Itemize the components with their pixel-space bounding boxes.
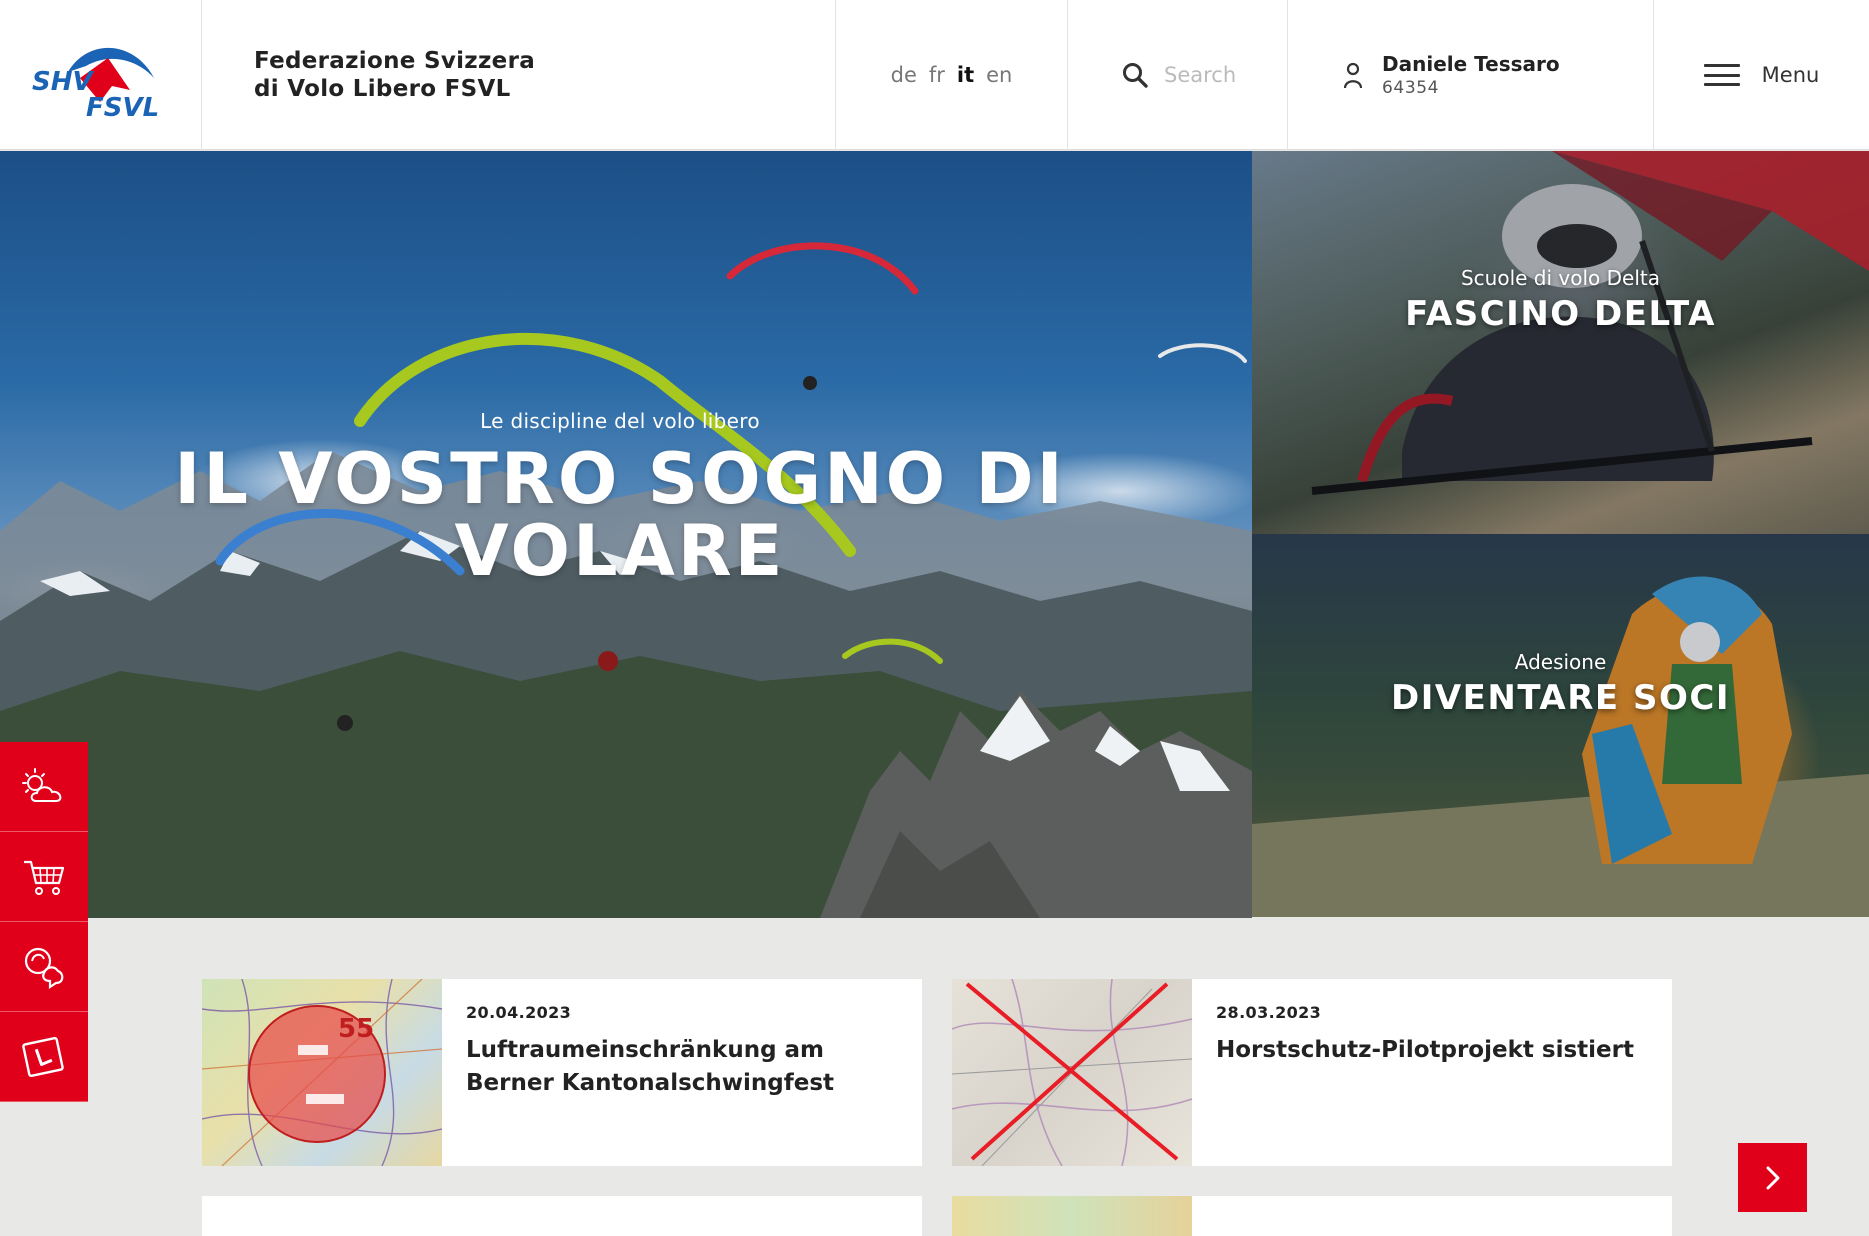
news-card-partial[interactable] bbox=[952, 1196, 1672, 1236]
svg-text:55: 55 bbox=[338, 1014, 374, 1044]
tile-text: Scuole di volo Delta FASCINO DELTA bbox=[1252, 266, 1869, 334]
lang-fr[interactable]: fr bbox=[929, 63, 945, 87]
news-thumbnail: 55 bbox=[202, 979, 442, 1166]
menu-label: Menu bbox=[1761, 63, 1820, 87]
news-card-partial[interactable] bbox=[202, 1196, 922, 1236]
learner-license-icon bbox=[22, 1036, 64, 1077]
tile-fascino-delta[interactable]: Scuole di volo Delta FASCINO DELTA bbox=[1252, 151, 1869, 534]
user-icon bbox=[1343, 62, 1363, 89]
language-switcher: de fr it en bbox=[836, 0, 1068, 150]
news-date: 28.03.2023 bbox=[1216, 1003, 1322, 1022]
hero-title: IL VOSTRO SOGNO DI VOLARE bbox=[174, 438, 1066, 592]
news-thumbnail bbox=[952, 1196, 1192, 1236]
meeting-button[interactable] bbox=[0, 922, 88, 1012]
news-title[interactable]: Luftraumeinschränkung am Berner Kantonal… bbox=[466, 1034, 898, 1100]
site-header: SHV FSVL Federazione Svizzera di Volo Li… bbox=[0, 0, 1869, 150]
search-input[interactable] bbox=[1164, 63, 1242, 87]
shop-cart-icon bbox=[24, 860, 65, 895]
lang-it[interactable]: it bbox=[957, 63, 974, 87]
org-name: Federazione Svizzera di Volo Libero FSVL bbox=[202, 0, 836, 150]
news-card[interactable]: 28.03.2023 Horstschutz-Pilotprojekt sist… bbox=[952, 979, 1672, 1166]
hero-banner[interactable]: Le discipline del volo libero IL VOSTRO … bbox=[0, 151, 1252, 918]
quick-links-sidebar bbox=[0, 742, 88, 1102]
org-name-line1: Federazione Svizzera bbox=[254, 48, 536, 74]
user-account[interactable]: Daniele Tessaro 64354 bbox=[1288, 0, 1654, 150]
shop-button[interactable] bbox=[0, 832, 88, 922]
user-id: 64354 bbox=[1382, 78, 1440, 98]
license-button[interactable] bbox=[0, 1012, 88, 1102]
regional-map-image bbox=[952, 979, 1192, 1166]
news-thumbnail bbox=[952, 979, 1192, 1166]
tile-subtitle: Scuole di volo Delta bbox=[1460, 266, 1660, 290]
chevron-right-icon bbox=[1766, 1166, 1779, 1189]
logo-link[interactable]: SHV FSVL bbox=[0, 0, 202, 150]
tile-text: Adesione DIVENTARE SOCI bbox=[1252, 650, 1869, 718]
hamburger-icon bbox=[1703, 64, 1740, 86]
hero-subtitle: Le discipline del volo libero bbox=[480, 409, 760, 433]
menu-button[interactable]: Menu bbox=[1654, 0, 1869, 150]
tile-subtitle: Adesione bbox=[1514, 650, 1607, 674]
hero-text: Le discipline del volo libero IL VOSTRO … bbox=[0, 409, 1240, 587]
weather-button[interactable] bbox=[0, 742, 88, 832]
tile-overlay bbox=[1252, 151, 1869, 534]
org-name-line2: di Volo Libero FSVL bbox=[254, 76, 511, 102]
tile-title: DIVENTARE SOCI bbox=[1391, 678, 1730, 718]
user-name: Daniele Tessaro bbox=[1382, 52, 1560, 76]
meeting-icon bbox=[24, 947, 64, 989]
lang-en[interactable]: en bbox=[986, 63, 1012, 87]
news-card[interactable]: 55 20.04.2023 Luftraumeinschränkung am B… bbox=[202, 979, 922, 1166]
news-title[interactable]: Horstschutz-Pilotprojekt sistiert bbox=[1216, 1034, 1634, 1067]
weather-icon bbox=[22, 767, 62, 802]
airspace-map-image: 55 bbox=[202, 979, 442, 1166]
search-icon[interactable] bbox=[1122, 62, 1148, 88]
tile-overlay bbox=[1252, 534, 1869, 917]
search-box bbox=[1068, 0, 1288, 150]
tile-diventare-soci[interactable]: Adesione DIVENTARE SOCI bbox=[1252, 534, 1869, 917]
svg-text:FSVL: FSVL bbox=[86, 93, 159, 120]
fsvl-logo: SHV FSVL bbox=[32, 47, 159, 120]
tile-title: FASCINO DELTA bbox=[1405, 294, 1716, 334]
next-button[interactable] bbox=[1738, 1143, 1807, 1212]
lang-de[interactable]: de bbox=[891, 63, 917, 87]
news-date: 20.04.2023 bbox=[466, 1003, 572, 1022]
